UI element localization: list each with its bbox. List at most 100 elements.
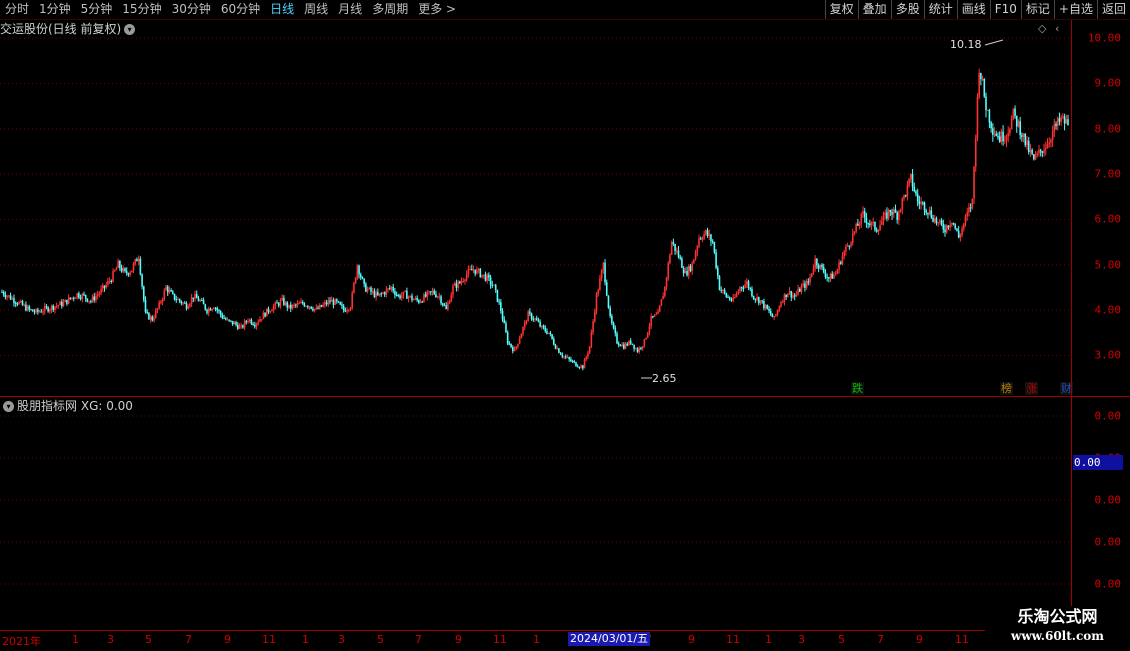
candle-body xyxy=(19,301,22,303)
chevron-down-icon[interactable]: ▾ xyxy=(3,401,14,412)
candle-body xyxy=(913,186,916,192)
candle-body xyxy=(491,284,494,286)
candle-body xyxy=(81,294,84,299)
candle-body xyxy=(511,347,514,352)
candle-body xyxy=(730,299,733,301)
candle-body xyxy=(399,295,401,299)
candle-body xyxy=(812,268,815,274)
candle-body xyxy=(197,298,200,302)
candle-body xyxy=(576,366,579,368)
candle-body xyxy=(243,321,246,328)
date-tick: 11 xyxy=(726,633,740,646)
candle-body xyxy=(602,262,605,271)
candle-body xyxy=(289,304,292,309)
candle-body xyxy=(141,274,143,287)
indicator-value: XG: 0.00 xyxy=(80,399,133,413)
event-marker[interactable]: 涨 xyxy=(1025,382,1038,395)
candle-body xyxy=(91,296,94,302)
event-marker[interactable]: 榜 xyxy=(1000,382,1013,395)
candle-body xyxy=(387,288,389,290)
candle-body xyxy=(559,352,562,355)
candle-body xyxy=(103,285,106,288)
candle-body xyxy=(206,309,208,313)
candle-body xyxy=(921,202,924,204)
watermark-logo: 乐淘公式网 www.60lt.com xyxy=(985,606,1130,650)
candle-body xyxy=(14,302,17,304)
candle-body xyxy=(792,295,794,298)
candle-body xyxy=(498,301,500,303)
candle-body xyxy=(634,348,637,350)
candle-body xyxy=(409,295,412,297)
candle-body xyxy=(711,241,714,243)
candle-body xyxy=(440,296,442,304)
event-marker[interactable]: 跌 xyxy=(851,382,864,395)
candle-body xyxy=(1050,140,1052,143)
candle-body xyxy=(371,291,374,293)
candle-body xyxy=(544,327,547,332)
candle-body xyxy=(993,133,996,135)
candle-body xyxy=(822,267,825,273)
candle-body xyxy=(161,298,164,303)
candle-body xyxy=(4,294,7,298)
candle-body xyxy=(380,293,383,295)
candle-body xyxy=(247,321,249,323)
candle-body xyxy=(293,304,295,306)
price-tick: 4.00 xyxy=(1094,303,1122,317)
candle-body xyxy=(154,310,157,318)
candle-body xyxy=(248,319,251,322)
toolbar-button-8[interactable]: 返回 xyxy=(1096,0,1130,19)
candle-body xyxy=(648,325,651,333)
candle-body xyxy=(749,287,752,289)
panel-divider[interactable] xyxy=(0,396,1130,397)
candle-body xyxy=(438,296,441,298)
candle-body xyxy=(609,307,611,317)
price-chart[interactable] xyxy=(0,0,1071,630)
candle-body xyxy=(894,209,897,213)
candle-body xyxy=(119,260,121,268)
candle-body xyxy=(259,319,261,322)
candle-body xyxy=(686,270,688,276)
candle-body xyxy=(564,356,567,358)
candle-body xyxy=(593,311,596,322)
candle-body xyxy=(375,292,377,298)
candle-body xyxy=(264,312,266,317)
candle-body xyxy=(932,217,934,222)
candle-body xyxy=(354,277,357,284)
candle-body xyxy=(100,288,102,294)
candle-body xyxy=(831,273,834,279)
candle-body xyxy=(617,343,620,345)
candle-body xyxy=(2,291,5,295)
candle-body xyxy=(315,307,318,309)
candle-body xyxy=(28,306,31,310)
candle-body xyxy=(838,262,840,270)
candle-body xyxy=(667,263,670,278)
candle-body xyxy=(631,343,634,345)
candle-body xyxy=(1027,140,1030,153)
candle-body xyxy=(568,357,570,360)
candle-body xyxy=(506,332,509,344)
candle-body xyxy=(226,319,229,321)
candle-body xyxy=(776,310,779,315)
candle-body xyxy=(1029,149,1032,153)
candle-body xyxy=(696,246,699,253)
candle-body xyxy=(804,283,806,288)
candle-body xyxy=(734,296,736,298)
candle-body xyxy=(906,184,909,196)
candle-body xyxy=(865,217,868,224)
candle-body xyxy=(595,294,598,312)
candle-body xyxy=(412,299,415,301)
candle-body xyxy=(623,344,625,349)
candle-body xyxy=(11,298,14,300)
candle-body xyxy=(469,269,471,271)
candle-body xyxy=(722,289,724,291)
candle-body xyxy=(954,224,957,229)
candle-body xyxy=(517,343,519,347)
candle-body xyxy=(76,293,78,298)
candle-body xyxy=(168,290,171,293)
candle-body xyxy=(896,212,898,220)
candle-body xyxy=(964,216,967,224)
candle-body xyxy=(1041,151,1044,153)
candle-body xyxy=(918,201,921,204)
candle-body xyxy=(265,308,268,317)
candle-body xyxy=(356,265,359,278)
